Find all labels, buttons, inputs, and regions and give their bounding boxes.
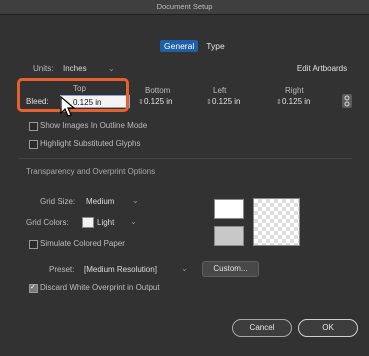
outline-mode-checkbox[interactable] bbox=[29, 122, 38, 131]
section-divider bbox=[18, 158, 352, 159]
units-select[interactable]: Inches bbox=[63, 64, 87, 73]
tab-type[interactable]: Type bbox=[202, 40, 228, 52]
link-icon[interactable] bbox=[342, 94, 352, 108]
document-setup-dialog: Document Setup General Type Units: Inche… bbox=[0, 0, 369, 356]
bleed-right-value: 0.125 in bbox=[282, 97, 311, 106]
edit-artboards-button[interactable]: Edit Artboards bbox=[288, 62, 356, 75]
transparency-grid-preview bbox=[253, 198, 300, 246]
bleed-bottom-field[interactable]: ⇕0.125 in bbox=[138, 95, 172, 108]
outline-mode-label: Show Images In Outline Mode bbox=[40, 121, 148, 130]
transparency-section-title: Transparency and Overprint Options bbox=[26, 167, 156, 176]
units-label: Units: bbox=[33, 64, 54, 73]
grid-color-swatch bbox=[82, 217, 94, 228]
bleed-left-header: Left bbox=[213, 86, 227, 95]
bleed-bottom-value: 0.125 in bbox=[144, 97, 173, 106]
custom-button[interactable]: Custom... bbox=[202, 261, 259, 277]
bleed-right-header: Right bbox=[285, 86, 304, 95]
chevron-down-icon[interactable]: ⌄ bbox=[130, 217, 137, 226]
white-preview-swatch bbox=[214, 199, 244, 219]
chevron-down-icon[interactable]: ⌄ bbox=[181, 264, 188, 273]
bleed-bottom-header: Bottom bbox=[145, 86, 171, 95]
grid-colors-select[interactable]: Light bbox=[97, 218, 114, 227]
cancel-button[interactable]: Cancel bbox=[232, 319, 292, 337]
bleed-left-value: 0.125 in bbox=[212, 97, 241, 106]
chevron-down-icon[interactable]: ⌄ bbox=[108, 64, 115, 73]
grid-size-select[interactable]: Medium bbox=[86, 197, 114, 206]
preset-label: Preset: bbox=[49, 265, 75, 274]
ok-button[interactable]: OK bbox=[298, 319, 358, 337]
bleed-right-field[interactable]: ⇕0.125 in bbox=[276, 95, 310, 108]
gray-preview-swatch bbox=[214, 226, 244, 246]
grid-size-label: Grid Size: bbox=[40, 197, 76, 206]
mouse-pointer-icon bbox=[60, 96, 76, 117]
grid-colors-label: Grid Colors: bbox=[26, 218, 69, 227]
highlight-glyphs-label: Highlight Substituted Glyphs bbox=[40, 139, 141, 148]
preset-select[interactable]: [Medium Resolution] bbox=[84, 265, 157, 274]
simulate-paper-label: Simulate Colored Paper bbox=[40, 239, 125, 248]
discard-white-checkbox[interactable] bbox=[29, 283, 38, 293]
bleed-left-field[interactable]: ⇕0.125 in bbox=[206, 95, 240, 108]
window-title: Document Setup bbox=[0, 0, 369, 15]
chevron-down-icon[interactable]: ⌄ bbox=[132, 196, 139, 205]
tab-bar: General Type bbox=[160, 40, 229, 52]
simulate-paper-checkbox[interactable] bbox=[29, 240, 38, 249]
tab-general[interactable]: General bbox=[160, 40, 199, 52]
highlight-glyphs-checkbox[interactable] bbox=[29, 140, 38, 149]
discard-white-label: Discard White Overprint in Output bbox=[40, 283, 160, 292]
